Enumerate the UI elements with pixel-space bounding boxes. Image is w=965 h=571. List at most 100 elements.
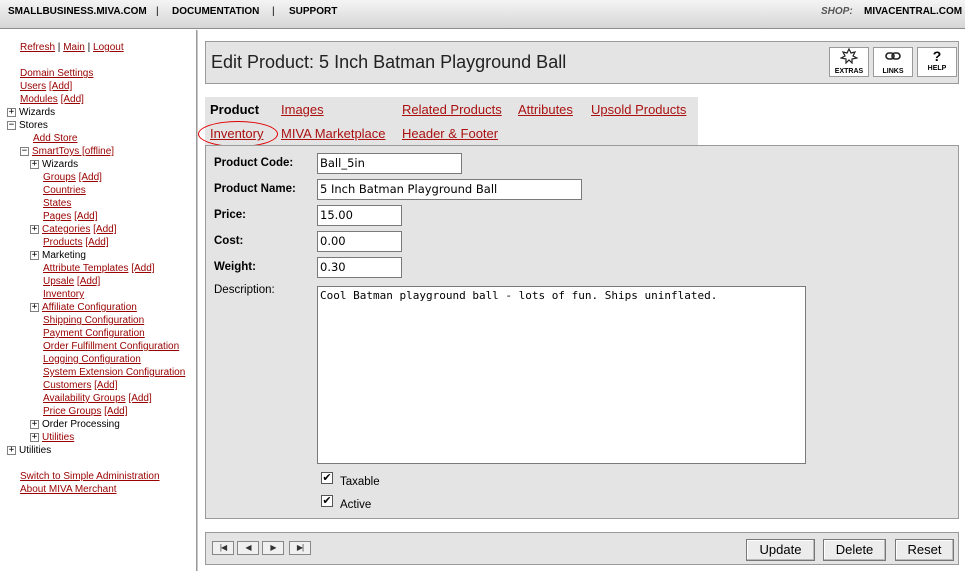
product-code-input[interactable]: Ball_5in	[317, 153, 462, 174]
tab-product[interactable]: Product	[210, 102, 259, 117]
tab-related-products[interactable]: Related Products	[402, 102, 502, 117]
categories-link[interactable]: Categories	[42, 224, 90, 235]
order-fulfillment-configuration-link[interactable]: Order Fulfillment Configuration	[43, 341, 179, 352]
expand-icon[interactable]: +	[30, 224, 39, 234]
help-icon: ?	[932, 48, 942, 64]
tab-images[interactable]: Images	[281, 102, 324, 117]
modules-link[interactable]: Modules	[20, 94, 58, 105]
shop-label: SHOP:	[821, 6, 853, 17]
expand-icon[interactable]: +	[7, 445, 16, 455]
store-smarttoys-link[interactable]: SmartToys [offline]	[32, 146, 114, 157]
collapse-icon[interactable]: −	[20, 146, 29, 156]
refresh-link[interactable]: Refresh	[20, 42, 55, 53]
tab-attributes[interactable]: Attributes	[518, 102, 573, 117]
product-name-input[interactable]: 5 Inch Batman Playground Ball	[317, 179, 582, 200]
expand-icon[interactable]: +	[30, 432, 39, 442]
modules-add-link[interactable]: [Add]	[61, 94, 84, 105]
product-form: Product Code: Ball_5in Product Name: 5 I…	[205, 145, 959, 519]
chain-link-icon	[874, 48, 912, 68]
about-miva-link[interactable]: About MIVA Merchant	[20, 484, 117, 495]
cost-input[interactable]: 0.00	[317, 231, 402, 252]
add-store-link[interactable]: Add Store	[33, 133, 77, 144]
update-button[interactable]: Update	[746, 539, 815, 561]
expand-icon[interactable]: +	[30, 302, 39, 312]
help-label: HELP	[927, 65, 947, 72]
nav-separator: |	[87, 42, 91, 53]
description-label: Description:	[214, 284, 275, 296]
store-utilities-link[interactable]: Utilities	[42, 432, 74, 443]
shipping-configuration-link[interactable]: Shipping Configuration	[43, 315, 144, 326]
pages-add-link[interactable]: [Add]	[74, 211, 97, 222]
price-groups-link[interactable]: Price Groups	[43, 406, 101, 417]
availability-groups-link[interactable]: Availability Groups	[43, 393, 126, 404]
users-add-link[interactable]: [Add]	[49, 81, 72, 92]
pages-link[interactable]: Pages	[43, 211, 71, 222]
extras-icon	[830, 47, 868, 68]
payment-configuration-link[interactable]: Payment Configuration	[43, 328, 145, 339]
description-textarea[interactable]: Cool Batman playground ball - lots of fu…	[317, 286, 806, 464]
groups-add-link[interactable]: [Add]	[79, 172, 102, 183]
extras-label: EXTRAS	[834, 68, 864, 75]
stores-node[interactable]: Stores	[19, 120, 48, 131]
order-processing-node[interactable]: Order Processing	[42, 419, 120, 430]
expand-icon[interactable]: +	[30, 250, 39, 260]
availability-groups-add-link[interactable]: [Add]	[128, 393, 151, 404]
collapse-icon[interactable]: −	[7, 120, 16, 130]
active-checkbox[interactable]: ✔	[321, 495, 333, 507]
previous-record-button[interactable]: ◀	[237, 541, 259, 555]
extras-button[interactable]: EXTRAS	[829, 47, 869, 77]
price-groups-add-link[interactable]: [Add]	[104, 406, 127, 417]
documentation-link[interactable]: DOCUMENTATION	[172, 6, 259, 17]
main-link[interactable]: Main	[63, 42, 85, 53]
support-link[interactable]: SUPPORT	[289, 6, 337, 17]
expand-icon[interactable]: +	[30, 419, 39, 429]
customers-add-link[interactable]: [Add]	[94, 380, 117, 391]
wizards-node[interactable]: Wizards	[19, 107, 55, 118]
upsale-add-link[interactable]: [Add]	[77, 276, 100, 287]
first-record-button[interactable]: |◀	[212, 541, 234, 555]
customers-link[interactable]: Customers	[43, 380, 91, 391]
price-input[interactable]: 15.00	[317, 205, 402, 226]
links-button[interactable]: LINKS	[873, 47, 913, 77]
marketing-node[interactable]: Marketing	[42, 250, 86, 261]
domain-settings-link[interactable]: Domain Settings	[20, 68, 93, 79]
upsale-link[interactable]: Upsale	[43, 276, 74, 287]
logging-configuration-link[interactable]: Logging Configuration	[43, 354, 141, 365]
tab-miva-marketplace[interactable]: MIVA Marketplace	[281, 126, 386, 141]
tab-header-footer[interactable]: Header & Footer	[402, 126, 498, 141]
page-title: Edit Product: 5 Inch Batman Playground B…	[211, 52, 567, 72]
utilities-node[interactable]: Utilities	[19, 445, 51, 456]
expand-icon[interactable]: +	[30, 159, 39, 169]
users-link[interactable]: Users	[20, 81, 46, 92]
inventory-link[interactable]: Inventory	[43, 289, 84, 300]
weight-input[interactable]: 0.30	[317, 257, 402, 278]
countries-link[interactable]: Countries	[43, 185, 86, 196]
reset-button[interactable]: Reset	[895, 539, 954, 561]
states-link[interactable]: States	[43, 198, 71, 209]
help-button[interactable]: ? HELP	[917, 47, 957, 77]
page-header: Edit Product: 5 Inch Batman Playground B…	[205, 41, 959, 84]
tab-inventory[interactable]: Inventory	[210, 126, 263, 141]
pane-divider[interactable]	[196, 30, 198, 571]
affiliate-configuration-link[interactable]: Affiliate Configuration	[42, 302, 137, 313]
active-label: Active	[340, 499, 372, 511]
shop-value-link[interactable]: MIVACENTRAL.COM	[864, 6, 962, 17]
logout-link[interactable]: Logout	[93, 42, 124, 53]
system-extension-configuration-link[interactable]: System Extension Configuration	[43, 367, 185, 378]
categories-add-link[interactable]: [Add]	[93, 224, 116, 235]
links-label: LINKS	[882, 68, 904, 75]
tab-upsold-products[interactable]: Upsold Products	[591, 102, 686, 117]
expand-icon[interactable]: +	[7, 107, 16, 117]
products-add-link[interactable]: [Add]	[85, 237, 108, 248]
next-record-button[interactable]: ▶	[262, 541, 284, 555]
taxable-checkbox[interactable]: ✔	[321, 472, 333, 484]
smallbusiness-link[interactable]: SMALLBUSINESS.MIVA.COM	[8, 6, 147, 17]
groups-link[interactable]: Groups	[43, 172, 76, 183]
switch-simple-admin-link[interactable]: Switch to Simple Administration	[20, 471, 160, 482]
attribute-templates-add-link[interactable]: [Add]	[131, 263, 154, 274]
products-link[interactable]: Products	[43, 237, 82, 248]
attribute-templates-link[interactable]: Attribute Templates	[43, 263, 128, 274]
delete-button[interactable]: Delete	[823, 539, 886, 561]
store-wizards-node[interactable]: Wizards	[42, 159, 78, 170]
last-record-button[interactable]: ▶|	[289, 541, 311, 555]
